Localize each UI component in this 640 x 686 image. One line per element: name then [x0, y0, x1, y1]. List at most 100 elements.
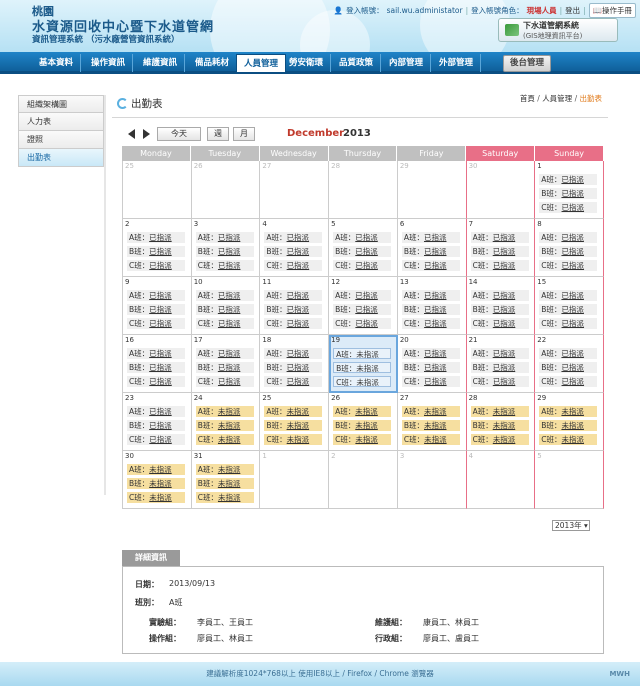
shift-entry[interactable]: C班：已指派: [264, 376, 323, 387]
shift-entry[interactable]: B班：未指派: [195, 478, 254, 489]
shift-status[interactable]: 已指派: [424, 247, 447, 256]
shift-entry[interactable]: B班：未指派: [333, 362, 392, 373]
shift-entry[interactable]: B班：已指派: [401, 246, 460, 257]
shift-status[interactable]: 未指派: [149, 465, 172, 474]
calendar-day-cell[interactable]: 18 A班：已指派 B班：已指派 C班：已指派: [260, 335, 330, 393]
calendar-day-cell[interactable]: 13 A班：已指派 B班：已指派 C班：已指派: [397, 277, 467, 335]
shift-status[interactable]: 已指派: [424, 319, 447, 328]
shift-status[interactable]: 已指派: [218, 261, 241, 270]
shift-entry[interactable]: C班：已指派: [401, 260, 460, 271]
shift-entry[interactable]: A班：已指派: [470, 232, 529, 243]
today-button[interactable]: 今天: [157, 127, 201, 141]
sidebar-item-license[interactable]: 證照: [18, 131, 104, 149]
shift-entry[interactable]: A班：未指派: [539, 406, 598, 417]
shift-status[interactable]: 已指派: [149, 233, 172, 242]
shift-entry[interactable]: C班：已指派: [401, 318, 460, 329]
shift-status[interactable]: 未指派: [149, 493, 172, 502]
shift-entry[interactable]: A班：已指派: [470, 348, 529, 359]
shift-entry[interactable]: A班：未指派: [470, 406, 529, 417]
nav-item-operation[interactable]: 操作資訊: [84, 54, 134, 72]
shift-entry[interactable]: C班：已指派: [539, 318, 598, 329]
shift-status[interactable]: 未指派: [218, 465, 241, 474]
calendar-day-cell[interactable]: 27 A班：未指派 B班：未指派 C班：未指派: [397, 393, 467, 451]
shift-entry[interactable]: B班：已指派: [127, 304, 185, 315]
shift-status[interactable]: 已指派: [149, 435, 172, 444]
shift-entry[interactable]: B班：已指派: [333, 304, 392, 315]
shift-status[interactable]: 已指派: [287, 305, 310, 314]
calendar-day-cell[interactable]: 5 A班：已指派 B班：已指派 C班：已指派: [329, 219, 398, 277]
calendar-day-cell[interactable]: 14 A班：已指派 B班：已指派 C班：已指派: [465, 277, 536, 335]
shift-status[interactable]: 未指派: [562, 435, 585, 444]
calendar-day-cell[interactable]: 21 A班：已指派 B班：已指派 C班：已指派: [465, 335, 536, 393]
shift-status[interactable]: 未指派: [287, 435, 310, 444]
calendar-day-cell[interactable]: 23 A班：已指派 B班：已指派 C班：已指派: [123, 393, 192, 451]
shift-status[interactable]: 已指派: [149, 377, 172, 386]
shift-entry[interactable]: A班：未指派: [333, 348, 392, 359]
shift-status[interactable]: 已指派: [218, 305, 241, 314]
shift-status[interactable]: 已指派: [424, 363, 447, 372]
shift-status[interactable]: 已指派: [218, 233, 241, 242]
shift-status[interactable]: 已指派: [287, 377, 310, 386]
calendar-day-cell[interactable]: 30: [465, 161, 536, 219]
calendar-day-cell[interactable]: 31 A班：未指派 B班：未指派 C班：未指派: [191, 451, 261, 509]
nav-item-internal[interactable]: 內部管理: [382, 54, 432, 72]
shift-status[interactable]: 已指派: [218, 349, 241, 358]
calendar-day-cell[interactable]: 19 A班：未指派 B班：未指派 C班：未指派: [329, 335, 398, 393]
shift-status[interactable]: 已指派: [561, 233, 584, 242]
calendar-day-cell[interactable]: 3 A班：已指派 B班：已指派 C班：已指派: [191, 219, 261, 277]
shift-entry[interactable]: C班：已指派: [195, 260, 254, 271]
calendar-day-cell[interactable]: 10 A班：已指派 B班：已指派 C班：已指派: [191, 277, 261, 335]
shift-entry[interactable]: C班：已指派: [264, 318, 323, 329]
shift-status[interactable]: 已指派: [493, 305, 516, 314]
shift-status[interactable]: 已指派: [493, 363, 516, 372]
shift-status[interactable]: 已指派: [149, 305, 172, 314]
logout-link[interactable]: 登出: [565, 5, 580, 16]
shift-status[interactable]: 已指派: [355, 261, 378, 270]
shift-entry[interactable]: C班：未指派: [127, 492, 185, 503]
calendar-day-cell[interactable]: 6 A班：已指派 B班：已指派 C班：已指派: [397, 219, 467, 277]
nav-item-spares[interactable]: 備品耗材: [188, 54, 238, 72]
shift-entry[interactable]: B班：已指派: [401, 362, 460, 373]
shift-status[interactable]: 已指派: [493, 233, 516, 242]
calendar-day-cell[interactable]: 28: [329, 161, 398, 219]
calendar-day-cell[interactable]: 27: [260, 161, 330, 219]
sidebar-item-manpower[interactable]: 人力表: [18, 113, 104, 131]
gis-link-button[interactable]: 下水道管網系統 (GIS地理資訊平台): [498, 18, 618, 42]
shift-entry[interactable]: B班：已指派: [333, 246, 392, 257]
calendar-day-cell[interactable]: 17 A班：已指派 B班：已指派 C班：已指派: [191, 335, 261, 393]
shift-entry[interactable]: C班：已指派: [195, 376, 254, 387]
shift-status[interactable]: 已指派: [562, 261, 585, 270]
shift-entry[interactable]: A班：未指派: [195, 464, 254, 475]
shift-status[interactable]: 未指派: [355, 407, 378, 416]
shift-entry[interactable]: C班：已指派: [127, 434, 185, 445]
shift-status[interactable]: 已指派: [561, 363, 584, 372]
shift-entry[interactable]: A班：已指派: [401, 290, 460, 301]
shift-entry[interactable]: C班：已指派: [539, 376, 598, 387]
calendar-day-cell[interactable]: 16 A班：已指派 B班：已指派 C班：已指派: [123, 335, 192, 393]
shift-entry[interactable]: A班：已指派: [401, 348, 460, 359]
calendar-day-cell[interactable]: 26 A班：未指派 B班：未指派 C班：未指派: [329, 393, 398, 451]
shift-entry[interactable]: B班：已指派: [539, 188, 598, 199]
shift-status[interactable]: 已指派: [561, 349, 584, 358]
month-view-button[interactable]: 月: [233, 127, 255, 141]
shift-entry[interactable]: A班：已指派: [264, 290, 323, 301]
calendar-day-cell[interactable]: 4 A班：已指派 B班：已指派 C班：已指派: [260, 219, 330, 277]
calendar-day-cell[interactable]: 1: [260, 451, 330, 509]
shift-status[interactable]: 未指派: [355, 421, 378, 430]
shift-status[interactable]: 已指派: [424, 233, 447, 242]
shift-status[interactable]: 已指派: [287, 363, 310, 372]
shift-status[interactable]: 未指派: [218, 421, 241, 430]
shift-entry[interactable]: A班：未指派: [127, 464, 185, 475]
shift-entry[interactable]: B班：已指派: [470, 304, 529, 315]
shift-entry[interactable]: B班：已指派: [470, 246, 529, 257]
manual-button[interactable]: 📖操作手冊: [588, 3, 636, 18]
shift-entry[interactable]: A班：未指派: [264, 406, 323, 417]
shift-entry[interactable]: B班：已指派: [195, 246, 254, 257]
nav-item-maintenance[interactable]: 維護資訊: [136, 54, 186, 72]
shift-status[interactable]: 已指派: [149, 291, 172, 300]
shift-entry[interactable]: B班：已指派: [539, 246, 598, 257]
shift-status[interactable]: 已指派: [561, 247, 584, 256]
shift-status[interactable]: 未指派: [493, 435, 516, 444]
shift-entry[interactable]: B班：未指派: [470, 420, 529, 431]
detail-tab[interactable]: 詳細資訊: [122, 550, 180, 566]
